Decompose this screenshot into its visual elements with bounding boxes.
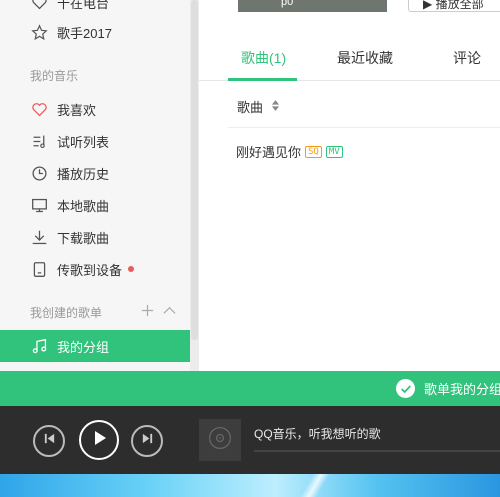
notification-dot xyxy=(128,266,135,272)
sort-icon[interactable] xyxy=(271,99,280,115)
play-icon xyxy=(91,430,107,451)
tab-comments[interactable]: 评论 xyxy=(453,48,481,68)
song-column-header[interactable]: 歌曲 xyxy=(237,97,280,116)
disc-icon xyxy=(207,425,233,456)
desktop-light-streak xyxy=(280,474,350,497)
album-cover[interactable] xyxy=(199,419,241,461)
tab-songs[interactable]: 歌曲(1) xyxy=(241,48,286,68)
active-tab-indicator xyxy=(228,78,297,81)
now-playing-text: QQ音乐，听我想听的歌 xyxy=(254,427,381,441)
sidebar-item-favorites[interactable]: 我喜欢 xyxy=(0,93,190,125)
sidebar-item-history[interactable]: 播放历史 xyxy=(0,157,190,189)
cover-label: p0 xyxy=(281,0,294,8)
clock-icon xyxy=(30,164,48,182)
main-panel: p0 ▶ 播放全部 歌曲(1) 最近收藏 评论 歌曲 刚好遇见你 SQ MV xyxy=(199,0,500,371)
divider xyxy=(228,127,500,128)
playlist-icon xyxy=(30,132,48,150)
star-icon xyxy=(30,23,48,41)
sidebar-item-my-group[interactable]: 我的分组 xyxy=(0,330,199,362)
sidebar-item-label: 试听列表 xyxy=(57,134,110,150)
sidebar-item-local[interactable]: 本地歌曲 xyxy=(0,189,190,221)
device-icon xyxy=(30,260,48,278)
next-icon xyxy=(141,432,154,450)
add-icon[interactable] xyxy=(140,303,154,317)
column-header-label: 歌曲 xyxy=(237,100,264,115)
notification-message: 歌单我的分组 xyxy=(424,382,500,397)
song-title[interactable]: 刚好遇见你 xyxy=(236,142,301,161)
section-title-my-music: 我的音乐 xyxy=(30,69,79,83)
desktop-background xyxy=(0,474,500,497)
sq-badge: SQ xyxy=(305,145,322,158)
sidebar-item-label: 歌手2017 xyxy=(57,25,112,41)
sidebar-item-label: 下载歌曲 xyxy=(57,230,110,246)
sidebar-scroll-thumb[interactable] xyxy=(191,0,198,340)
play-all-label: ▶ 播放全部 xyxy=(423,0,484,11)
sidebar-item-label: 我喜欢 xyxy=(57,102,97,118)
table-row[interactable]: 刚好遇见你 SQ MV xyxy=(236,142,343,161)
play-button[interactable] xyxy=(79,420,119,460)
previous-icon xyxy=(43,432,56,450)
heart-icon xyxy=(30,100,48,118)
section-title-created-lists: 我创建的歌单 xyxy=(30,306,103,320)
progress-bar[interactable] xyxy=(254,450,500,452)
tab-recent-favorites[interactable]: 最近收藏 xyxy=(337,48,393,68)
previous-button[interactable] xyxy=(33,425,65,457)
sidebar-item-label: 传歌到设备 xyxy=(57,262,123,278)
play-all-button[interactable]: ▶ 播放全部 xyxy=(408,0,500,12)
next-button[interactable] xyxy=(131,425,163,457)
notification-bar: 歌单我的分组 xyxy=(0,371,500,406)
sidebar-item-label: 播放历史 xyxy=(57,166,110,182)
mv-badge[interactable]: MV xyxy=(325,145,343,158)
heart-icon xyxy=(30,0,48,11)
sidebar-item-label: 本地歌曲 xyxy=(57,198,110,214)
sidebar: 千在电台 歌手2017 我的音乐 我喜欢 试听列表 播放历史 本地歌曲 下载歌曲… xyxy=(0,0,199,371)
collapse-icon[interactable] xyxy=(162,303,176,317)
sidebar-item-label: 千在电台 xyxy=(57,0,110,11)
sidebar-item-downloads[interactable]: 下载歌曲 xyxy=(0,221,190,253)
playlist-cover: p0 xyxy=(238,0,387,12)
player-bar: QQ音乐，听我想听的歌 xyxy=(0,406,500,474)
music-note-icon xyxy=(30,337,48,355)
tab-bar: 歌曲(1) 最近收藏 评论 xyxy=(199,33,500,81)
sidebar-item-transfer[interactable]: 传歌到设备 xyxy=(0,253,190,285)
sidebar-item-trial-list[interactable]: 试听列表 xyxy=(0,125,190,157)
sidebar-item-label: 我的分组 xyxy=(57,339,110,355)
download-icon xyxy=(30,228,48,246)
monitor-icon xyxy=(30,196,48,214)
sidebar-item-singers[interactable]: 歌手2017 xyxy=(0,16,190,48)
check-icon xyxy=(396,379,415,398)
